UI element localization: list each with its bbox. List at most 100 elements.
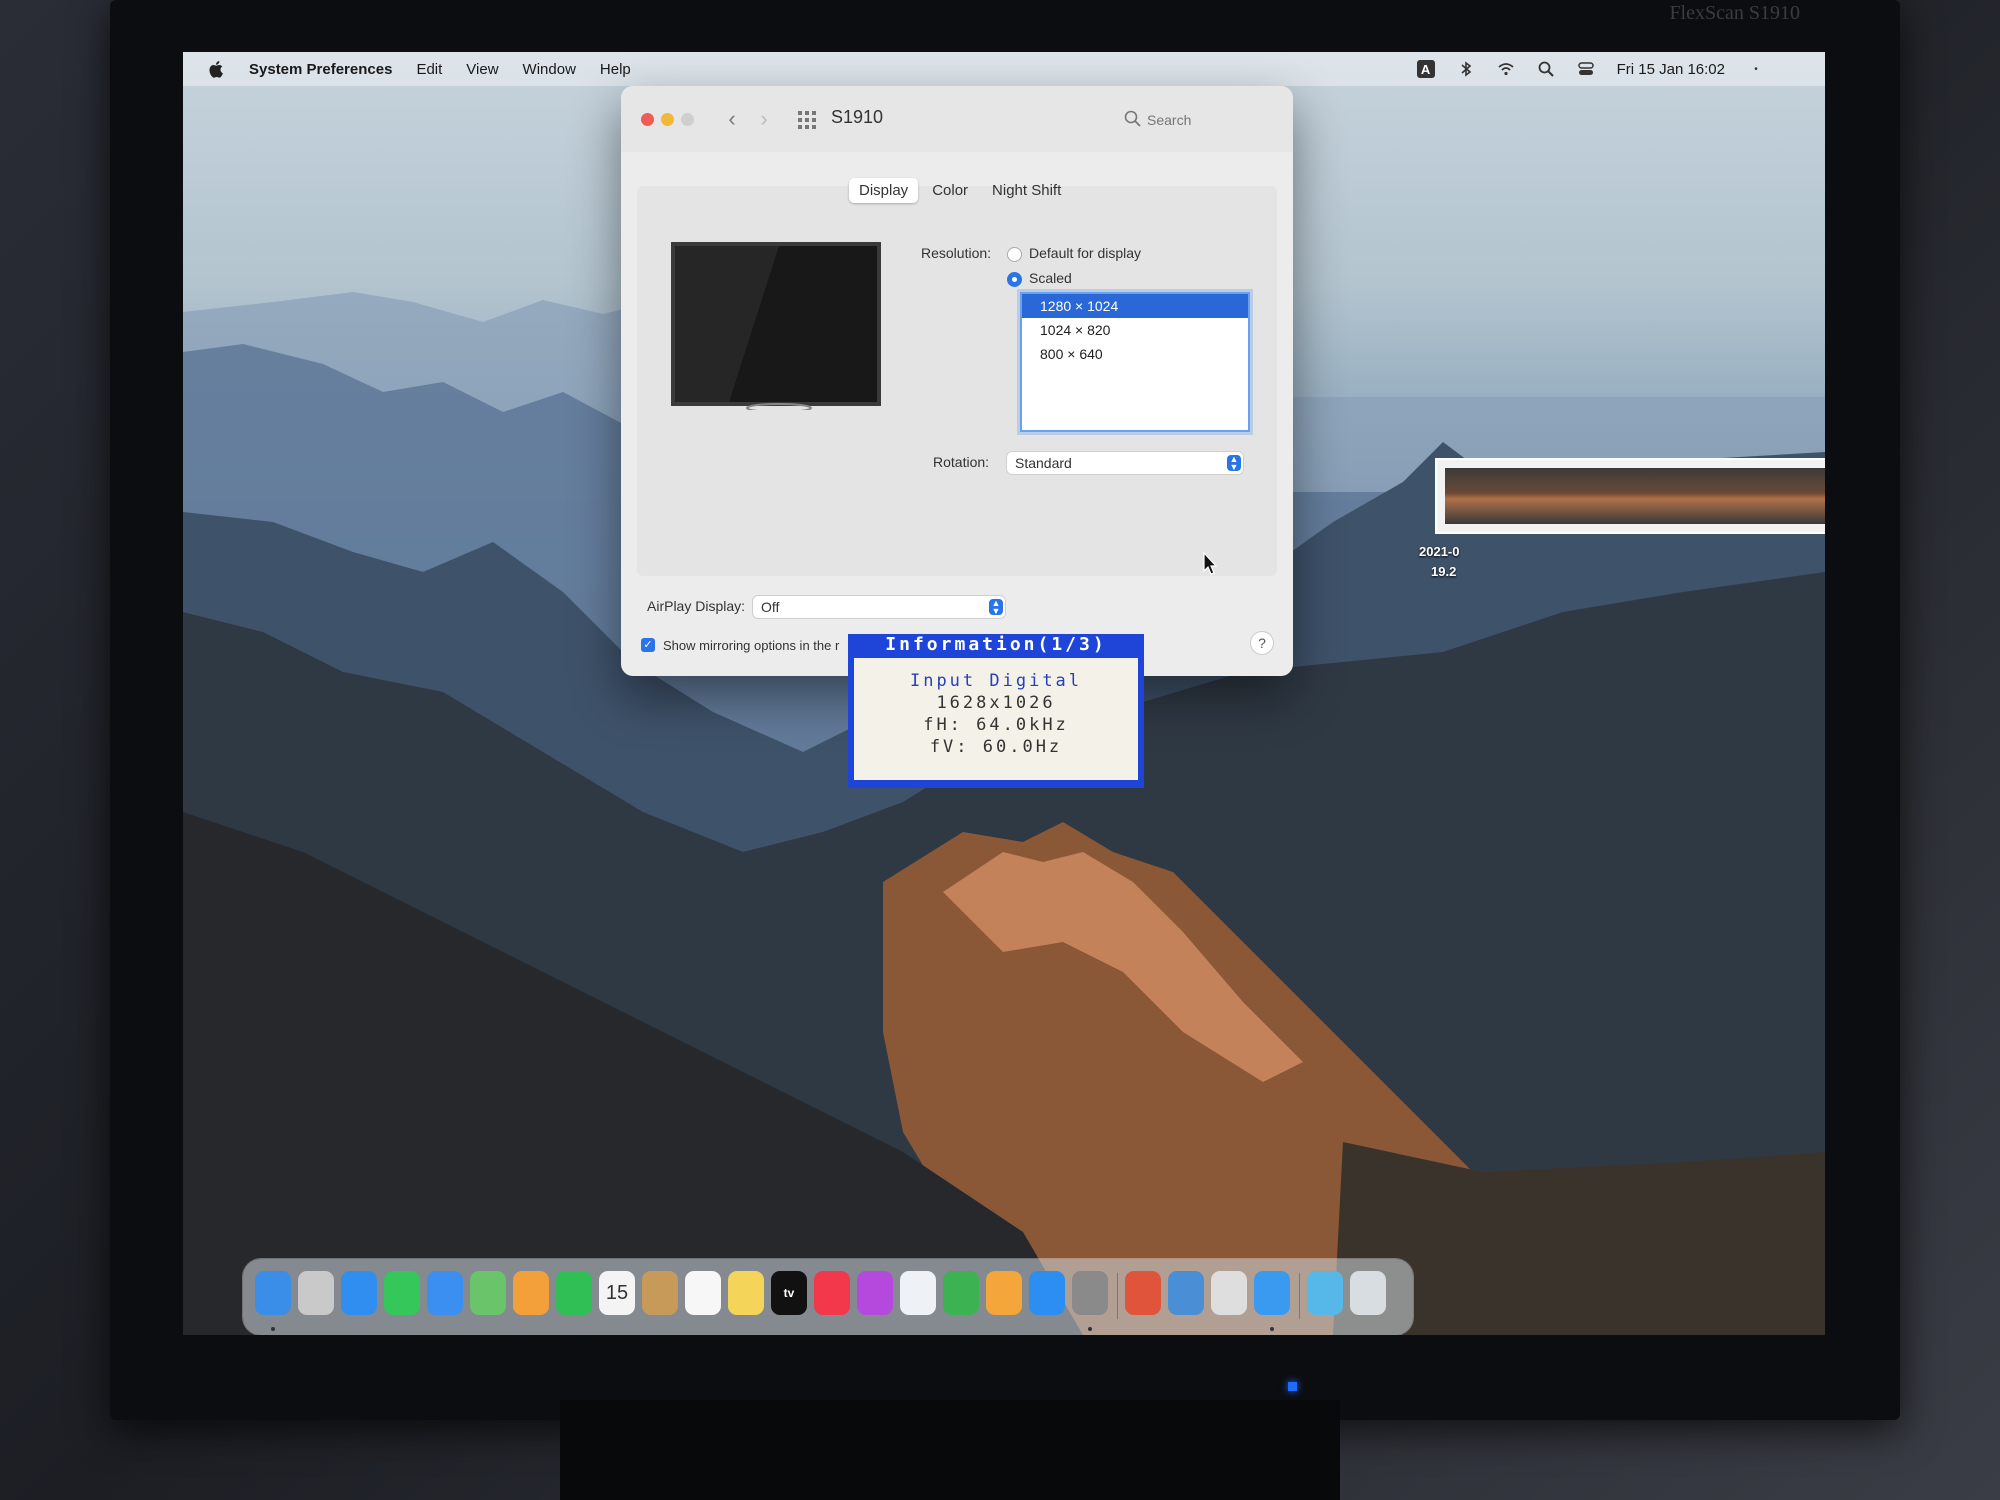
dock-installer-icon[interactable] xyxy=(1211,1271,1247,1315)
osd-title: Information(1/3) xyxy=(885,634,1107,655)
menu-edit[interactable]: Edit xyxy=(416,61,442,78)
search-icon xyxy=(1124,110,1141,127)
dock-reminders-icon[interactable] xyxy=(685,1271,721,1315)
dock-numbers-icon[interactable] xyxy=(943,1271,979,1315)
dock-finder-icon[interactable] xyxy=(255,1271,291,1315)
display-preview-icon xyxy=(671,242,881,410)
dock-messages-icon[interactable] xyxy=(384,1271,420,1315)
siri-icon[interactable]: • xyxy=(1747,60,1765,78)
dock-pages-icon[interactable] xyxy=(986,1271,1022,1315)
default-for-display-label: Default for display xyxy=(1029,245,1142,261)
segmented-tabs: Display Color Night Shift xyxy=(849,178,1071,203)
resolution-list: 1280 × 1024 1024 × 820 800 × 640 xyxy=(1020,292,1250,432)
dock: 15 tv xyxy=(243,1259,1413,1335)
zoom-button[interactable] xyxy=(681,113,694,126)
dock-safari-icon[interactable] xyxy=(341,1271,377,1315)
search-input[interactable] xyxy=(1145,107,1259,133)
window-titlebar: ‹ › S1910 xyxy=(621,86,1293,152)
status-area: A Fri 15 Jan 16:02 • xyxy=(1416,52,1765,86)
dock-notes-icon[interactable] xyxy=(728,1271,764,1315)
dock-music-icon[interactable] xyxy=(814,1271,850,1315)
dock-running-indicator xyxy=(271,1327,275,1331)
mirroring-label: Show mirroring options in the r xyxy=(663,638,840,653)
resolution-option[interactable]: 1280 × 1024 xyxy=(1022,294,1248,318)
dock-mail-icon[interactable] xyxy=(427,1271,463,1315)
mirroring-checkbox[interactable]: ✓ xyxy=(641,638,655,652)
desktop-file-label[interactable]: 2021-0 xyxy=(1419,544,1459,559)
tab-night-shift[interactable]: Night Shift xyxy=(982,178,1071,203)
osd-body: Input Digital 1628x1026 fH: 64.0kHz fV: … xyxy=(854,658,1138,780)
tab-display[interactable]: Display xyxy=(849,178,919,203)
minimize-button[interactable] xyxy=(661,113,674,126)
power-led xyxy=(1288,1382,1297,1391)
menu-app-name[interactable]: System Preferences xyxy=(249,61,392,78)
osd-fh: fH: 64.0kHz xyxy=(923,715,1069,735)
back-icon[interactable]: ‹ xyxy=(721,106,743,132)
airplay-label: AirPlay Display: xyxy=(647,598,746,614)
dock-maps-icon[interactable] xyxy=(470,1271,506,1315)
dock-separator xyxy=(1117,1273,1118,1319)
scaled-label: Scaled xyxy=(1029,270,1072,286)
search-field xyxy=(1121,106,1261,133)
close-button[interactable] xyxy=(641,113,654,126)
osd-resolution: 1628x1026 xyxy=(936,693,1056,713)
airplay-popup[interactable]: Off ▲ ▼ xyxy=(753,596,1005,618)
mouse-cursor-icon xyxy=(1203,552,1218,575)
control-center-icon[interactable] xyxy=(1577,60,1595,78)
airplay-value: Off xyxy=(761,599,780,615)
dock-facetime-icon[interactable] xyxy=(556,1271,592,1315)
apple-menu-icon[interactable] xyxy=(207,59,227,79)
spotlight-icon[interactable] xyxy=(1537,60,1555,78)
forward-icon[interactable]: › xyxy=(753,106,775,132)
input-source-icon[interactable]: A xyxy=(1416,60,1435,78)
monitor-osd: Information(1/3) Input Digital 1628x1026… xyxy=(848,634,1144,788)
osd-input: Input Digital xyxy=(909,671,1083,691)
menu-clock[interactable]: Fri 15 Jan 16:02 xyxy=(1617,61,1725,78)
popup-arrows-icon: ▲ ▼ xyxy=(1227,455,1241,472)
thumbnail-image xyxy=(1445,468,1825,524)
menu-window[interactable]: Window xyxy=(523,61,576,78)
resolution-label: Resolution: xyxy=(921,245,992,261)
dock-separator xyxy=(1299,1273,1300,1319)
help-button[interactable]: ? xyxy=(1251,632,1273,654)
desktop: System Preferences Edit View Window Help… xyxy=(183,52,1825,1335)
dock-app-store-icon[interactable] xyxy=(1029,1271,1065,1315)
osd-fv: fV: 60.0Hz xyxy=(929,737,1063,757)
dock-podcasts-icon[interactable] xyxy=(857,1271,893,1315)
menu-bar: System Preferences Edit View Window Help… xyxy=(183,52,1825,86)
default-for-display-radio[interactable] xyxy=(1007,247,1022,262)
dock-contacts-icon[interactable] xyxy=(642,1271,678,1315)
dock-calendar-icon[interactable]: 15 xyxy=(599,1271,635,1315)
popup-arrows-icon: ▲ ▼ xyxy=(989,599,1003,616)
dock-color-picker-icon[interactable] xyxy=(1125,1271,1161,1315)
dock-system-preferences-icon[interactable] xyxy=(1072,1271,1108,1315)
dock-launchpad-icon[interactable] xyxy=(298,1271,334,1315)
show-all-grid-icon[interactable] xyxy=(797,110,817,130)
monitor-brand: FlexScan S1910 xyxy=(1669,2,1800,24)
menu-view[interactable]: View xyxy=(466,61,498,78)
dock-keynote-icon[interactable] xyxy=(900,1271,936,1315)
dock-photos-icon[interactable] xyxy=(513,1271,549,1315)
desktop-file-label[interactable]: 19.2 xyxy=(1431,564,1456,579)
desktop-file-thumbnail[interactable] xyxy=(1435,458,1825,534)
dock-trash-icon[interactable] xyxy=(1350,1271,1386,1315)
dock-running-indicator xyxy=(1088,1327,1092,1331)
resolution-option[interactable]: 1024 × 820 xyxy=(1022,318,1248,342)
scaled-radio[interactable] xyxy=(1007,272,1022,287)
rotation-popup[interactable]: Standard ▲ ▼ xyxy=(1007,452,1243,474)
dock-preview-icon[interactable] xyxy=(1168,1271,1204,1315)
tab-color[interactable]: Color xyxy=(922,178,978,203)
bluetooth-icon[interactable] xyxy=(1457,60,1475,78)
system-preferences-window: ‹ › S1910 Display Color Night Shift xyxy=(621,86,1293,676)
rotation-label: Rotation: xyxy=(933,454,990,470)
rotation-value: Standard xyxy=(1015,455,1072,471)
window-title: S1910 xyxy=(831,107,884,127)
menu-help[interactable]: Help xyxy=(600,61,631,78)
resolution-option[interactable]: 800 × 640 xyxy=(1022,342,1248,366)
dock-tv-icon[interactable]: tv xyxy=(771,1271,807,1315)
dock-safari-2-icon[interactable] xyxy=(1254,1271,1290,1315)
wifi-icon[interactable] xyxy=(1497,60,1515,78)
monitor-stand xyxy=(560,1400,1340,1500)
dock-running-indicator xyxy=(1270,1327,1274,1331)
dock-folder-icon[interactable] xyxy=(1307,1271,1343,1315)
